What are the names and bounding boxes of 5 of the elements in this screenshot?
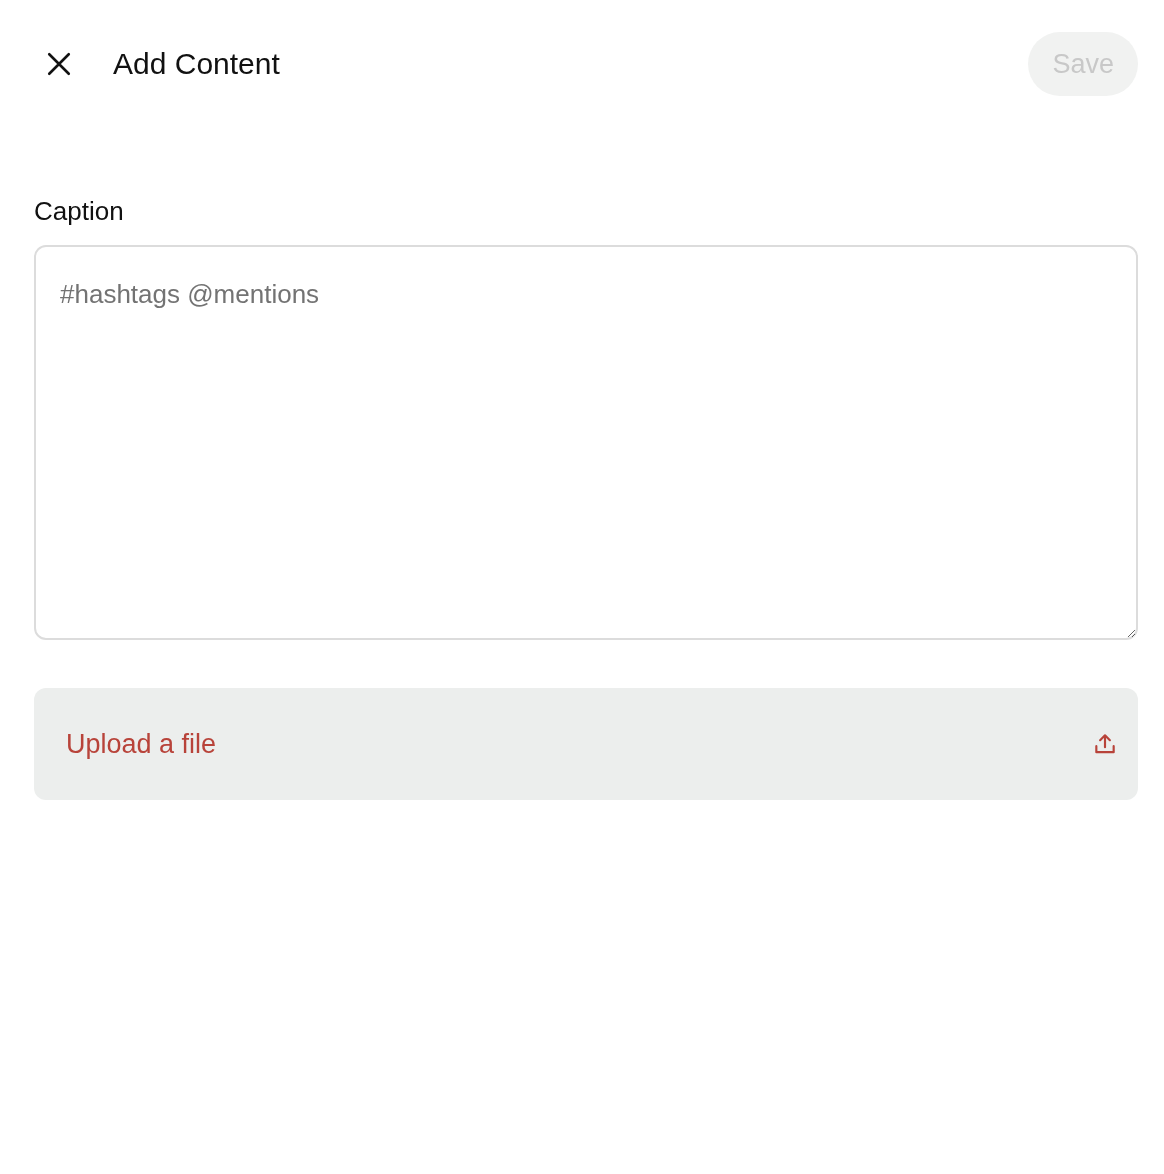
page-title: Add Content (113, 47, 280, 81)
close-icon (46, 51, 72, 77)
caption-label: Caption (34, 196, 125, 227)
caption-field[interactable]: #hashtags @mentions (34, 245, 1138, 640)
upload-button[interactable]: Upload a file (34, 688, 1138, 800)
